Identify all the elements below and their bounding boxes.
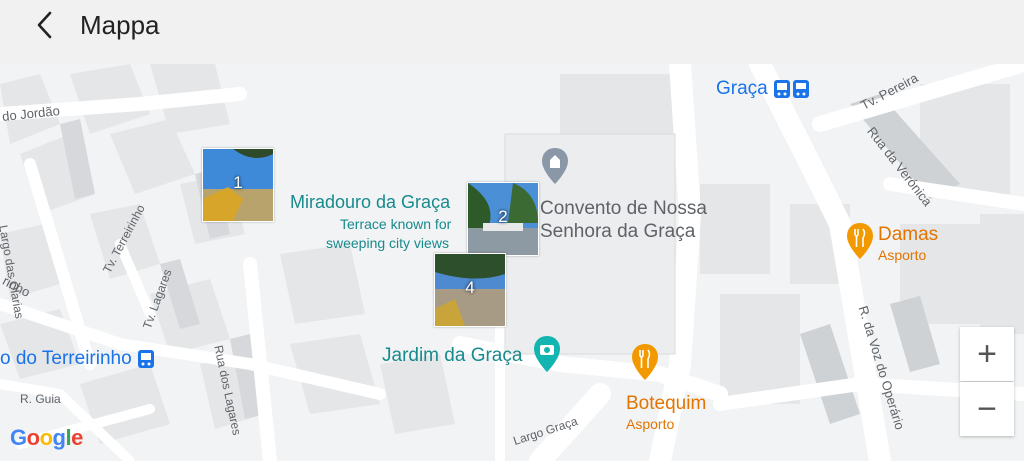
camera-pin-icon[interactable]: [532, 334, 562, 374]
poi-miradouro-desc-1: Terrace known for: [340, 216, 452, 232]
street-label-guia: R. Guia: [20, 392, 61, 406]
google-logo: Google: [10, 425, 83, 451]
page-title: Mappa: [80, 10, 160, 40]
poi-jardim[interactable]: Jardim da Graça: [382, 345, 522, 367]
poi-botequim-sub: Asporto: [626, 416, 675, 432]
logo-letter-o2: o: [39, 425, 53, 450]
poi-convento-line1[interactable]: Convento de Nossa: [540, 198, 707, 220]
poi-terreirinho-transit[interactable]: o do Terreirinho: [0, 348, 132, 370]
photo-marker-1[interactable]: 1: [202, 148, 274, 222]
zoom-out-label: −: [977, 390, 997, 428]
logo-letter-e: e: [71, 425, 83, 450]
poi-graca-transit[interactable]: Graça: [716, 78, 768, 100]
photo-number-1: 1: [233, 173, 243, 192]
map-base: [0, 64, 1024, 461]
poi-damas-sub: Asporto: [878, 247, 927, 263]
zoom-in-button[interactable]: +: [960, 327, 1014, 381]
map-view[interactable]: do Jordão Largo das Olarias Tv. Terreiri…: [0, 64, 1024, 461]
poi-damas[interactable]: Damas: [878, 224, 938, 246]
poi-miradouro-desc-2: sweeping city views: [326, 235, 449, 251]
poi-miradouro-name[interactable]: Miradouro da Graça: [290, 192, 450, 213]
photo-marker-2[interactable]: 2: [467, 182, 539, 256]
photo-number-4: 4: [465, 278, 475, 297]
logo-letter-o1: o: [26, 425, 40, 450]
photo-number-2: 2: [498, 207, 508, 226]
poi-botequim[interactable]: Botequim: [626, 393, 706, 415]
restaurant-pin-icon-botequim[interactable]: [630, 342, 660, 382]
tram-icon: [138, 350, 154, 368]
poi-convento-line2[interactable]: Senhora da Graça: [540, 221, 695, 243]
restaurant-pin-icon-damas[interactable]: [845, 221, 875, 261]
zoom-in-label: +: [977, 335, 997, 373]
logo-letter-g1: G: [10, 425, 27, 450]
photo-marker-4[interactable]: 4: [434, 253, 506, 327]
back-arrow-icon[interactable]: [30, 8, 64, 42]
church-pin-icon[interactable]: [540, 146, 570, 186]
zoom-out-button[interactable]: −: [960, 382, 1014, 436]
logo-letter-g2: g: [52, 425, 66, 450]
app-bar: Mappa: [0, 0, 1024, 64]
transit-icons: [774, 80, 809, 98]
